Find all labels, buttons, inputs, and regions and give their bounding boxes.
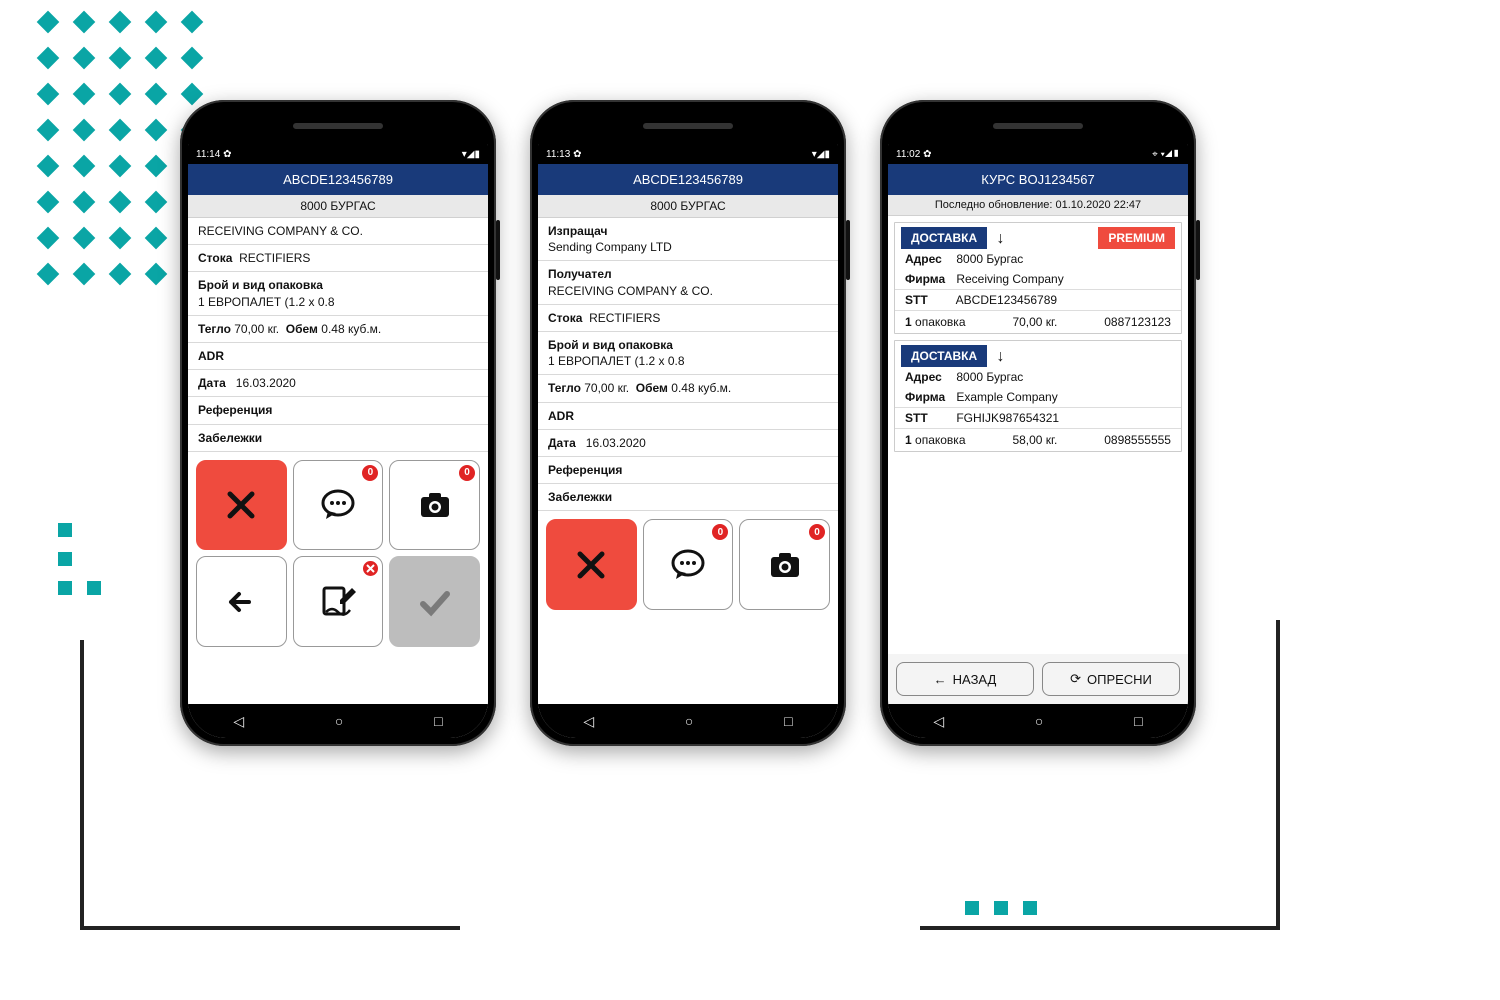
adr-row: ADR — [538, 403, 838, 430]
arrow-left-icon: ← — [934, 672, 947, 687]
sender-row: ИзпращачSending Company LTD — [538, 218, 838, 261]
chat-icon — [318, 485, 358, 525]
adr-row: ADR — [188, 343, 488, 370]
decor-sq — [1023, 901, 1037, 915]
updated-row: Последно обновление: 01.10.2020 22:47 — [888, 195, 1188, 216]
camera-button[interactable]: 0 — [389, 460, 480, 551]
android-nav: ◁ ○ □ — [888, 704, 1188, 738]
status-bar: 11:13 ✿▾◢▮ — [538, 144, 838, 164]
chat-button[interactable]: 0 — [293, 460, 384, 551]
chat-icon — [668, 545, 708, 585]
delivery-card-1[interactable]: ДОСТАВКА ↓ PREMIUM Адрес 8000 Бургас Фир… — [894, 222, 1182, 334]
notes-row: Забележки — [188, 425, 488, 452]
card-footer: 1 1 опаковкаопаковка 70,00 кг. 088712312… — [895, 310, 1181, 333]
firm-row: Фирма Example Company — [895, 387, 1181, 407]
goods-row: Стока RECTIFIERS — [188, 245, 488, 272]
bracket-right-h — [920, 926, 1280, 930]
camera-icon — [415, 485, 455, 525]
nav-recent-icon[interactable]: □ — [784, 713, 792, 729]
phone-3: 11:02 ✿⌖ ▾◢▮ КУРС BOJ1234567 Последно об… — [880, 100, 1196, 746]
phone-1: 11:14 ✿ ▾◢▮ ABCDE123456789 8000 БУРГАС R… — [180, 100, 496, 746]
page-title: ABCDE123456789 — [538, 164, 838, 195]
delivery-chip: ДОСТАВКА — [901, 227, 987, 249]
nav-recent-icon[interactable]: □ — [434, 713, 442, 729]
back-button[interactable]: ← НАЗАД — [896, 662, 1034, 696]
weight-row: Тегло 70,00 кг. Обем 0.48 куб.м. — [538, 375, 838, 402]
status-bar: 11:02 ✿⌖ ▾◢▮ — [888, 144, 1188, 164]
arrow-left-icon — [221, 582, 261, 622]
phone-2: 11:13 ✿▾◢▮ ABCDE123456789 8000 БУРГАС Из… — [530, 100, 846, 746]
nav-recent-icon[interactable]: □ — [1134, 713, 1142, 729]
android-nav: ◁ ○ □ — [188, 704, 488, 738]
decor-sq — [58, 552, 72, 566]
date-row: Дата 16.03.2020 — [188, 370, 488, 397]
card-footer: 1 опаковка 58,00 кг. 0898555555 — [895, 428, 1181, 451]
badge: 0 — [712, 524, 728, 540]
firm-row: Фирма Receiving Company — [895, 269, 1181, 289]
cancel-button[interactable] — [546, 519, 637, 610]
badge: 0 — [362, 465, 378, 481]
cancel-button[interactable] — [196, 460, 287, 551]
close-icon — [574, 548, 608, 582]
decor-sq — [58, 523, 72, 537]
subtitle: 8000 БУРГАС — [538, 195, 838, 218]
camera-button[interactable]: 0 — [739, 519, 830, 610]
close-icon — [224, 488, 258, 522]
nav-home-icon[interactable]: ○ — [335, 713, 343, 729]
receiver-row: ПолучателRECEIVING COMPANY & CO. — [538, 261, 838, 304]
status-bar: 11:14 ✿ ▾◢▮ — [188, 144, 488, 164]
pack-row: Брой и вид опаковка1 ЕВРОПАЛЕТ (1.2 x 0.… — [538, 332, 838, 375]
camera-icon — [765, 545, 805, 585]
page-title: ABCDE123456789 — [188, 164, 488, 195]
delete-dot-icon — [363, 561, 378, 576]
chat-button[interactable]: 0 — [643, 519, 734, 610]
arrow-down-icon: ↓ — [997, 348, 1005, 366]
nav-back-icon[interactable]: ◁ — [933, 713, 944, 730]
status-icons: ▾◢▮ — [462, 149, 480, 160]
pack-row: Брой и вид опаковка1 ЕВРОПАЛЕТ (1.2 x 0.… — [188, 272, 488, 315]
arrow-down-icon: ↓ — [997, 230, 1005, 248]
notes-row: Забележки — [538, 484, 838, 511]
decor-sq — [994, 901, 1008, 915]
delivery-chip: ДОСТАВКА — [901, 345, 987, 367]
premium-chip: PREMIUM — [1098, 227, 1175, 249]
decor-sq — [965, 901, 979, 915]
company-row: RECEIVING COMPANY & CO. — [188, 218, 488, 245]
weight-row: Тегло 70,00 кг. Обем 0.48 куб.м. — [188, 316, 488, 343]
signature-icon — [318, 582, 358, 622]
check-icon — [415, 582, 455, 622]
nav-home-icon[interactable]: ○ — [685, 713, 693, 729]
refresh-icon: ⟳ — [1070, 671, 1081, 687]
nav-back-icon[interactable]: ◁ — [583, 713, 594, 730]
bracket-left-v — [80, 640, 84, 930]
goods-row: Стока RECTIFIERS — [538, 305, 838, 332]
delivery-card-2[interactable]: ДОСТАВКА ↓ Адрес 8000 Бургас Фирма Examp… — [894, 340, 1182, 452]
bracket-left-h — [80, 926, 460, 930]
page-title: КУРС BOJ1234567 — [888, 164, 1188, 195]
nav-home-icon[interactable]: ○ — [1035, 713, 1043, 729]
refresh-button[interactable]: ⟳ ОПРЕСНИ — [1042, 662, 1180, 696]
addr-row: Адрес 8000 Бургас — [895, 367, 1181, 387]
confirm-button[interactable] — [389, 556, 480, 647]
badge: 0 — [459, 465, 475, 481]
bracket-right-v — [1276, 620, 1280, 930]
subtitle: 8000 БУРГАС — [188, 195, 488, 218]
decor-sq — [87, 581, 101, 595]
nav-back-icon[interactable]: ◁ — [233, 713, 244, 730]
stt-row: STT ABCDE123456789 — [895, 289, 1181, 310]
ref-row: Референция — [538, 457, 838, 484]
ref-row: Референция — [188, 397, 488, 424]
back-button[interactable] — [196, 556, 287, 647]
date-row: Дата 16.03.2020 — [538, 430, 838, 457]
stt-row: STT FGHIJK987654321 — [895, 407, 1181, 428]
sign-button[interactable] — [293, 556, 384, 647]
addr-row: Адрес 8000 Бургас — [895, 249, 1181, 269]
decor-sq — [58, 581, 72, 595]
badge: 0 — [809, 524, 825, 540]
android-nav: ◁ ○ □ — [538, 704, 838, 738]
